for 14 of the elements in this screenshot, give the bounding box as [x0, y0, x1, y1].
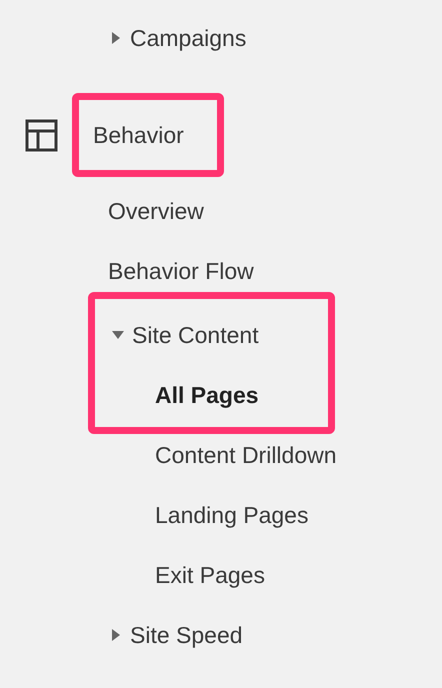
nav-item[interactable]: Exit Pages [155, 558, 265, 592]
caret-icon[interactable] [112, 629, 120, 641]
nav-item[interactable]: Overview [108, 194, 204, 228]
caret-icon[interactable] [112, 331, 124, 339]
nav-group[interactable]: Site Content [132, 318, 259, 352]
nav-item[interactable]: Content Drilldown [155, 438, 337, 472]
nav-item[interactable]: Behavior Flow [108, 254, 254, 288]
section-title[interactable]: Behavior [93, 118, 184, 152]
layout-icon [25, 118, 58, 152]
caret-icon[interactable] [112, 32, 120, 44]
nav-group[interactable]: Campaigns [130, 20, 246, 56]
nav-item[interactable]: Landing Pages [155, 498, 308, 532]
nav-item[interactable]: All Pages [155, 378, 259, 412]
nav-group[interactable]: Site Speed [130, 618, 243, 652]
